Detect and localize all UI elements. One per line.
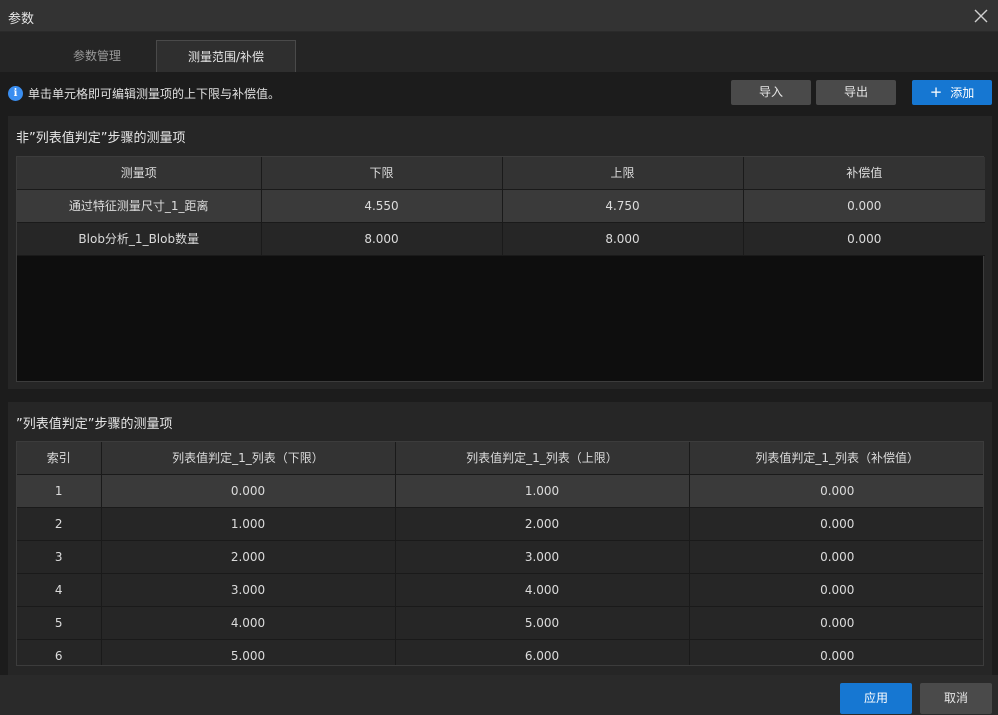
table-cell[interactable]: 0.000: [689, 606, 983, 640]
table-cell[interactable]: 6.000: [395, 639, 690, 665]
table-cell[interactable]: Blob分析_1_Blob数量: [17, 222, 262, 256]
table-cell[interactable]: 4.000: [101, 606, 396, 640]
table-cell[interactable]: 4.000: [395, 573, 690, 607]
table-cell[interactable]: 5.000: [395, 606, 690, 640]
table-row[interactable]: 6 5.000 6.000 0.000: [17, 639, 983, 665]
table-row[interactable]: 5 4.000 5.000 0.000: [17, 606, 983, 640]
table-cell[interactable]: 0.000: [689, 639, 983, 665]
section-list-items: ”列表值判定”步骤的测量项 索引 列表值判定_1_列表（下限） 列表值判定_1_…: [8, 402, 992, 677]
measurement-table: 测量项 下限 上限 补偿值 通过特征测量尺寸_1_距离 4.550 4.750 …: [16, 156, 985, 382]
main-content: i 单击单元格即可编辑测量项的上下限与补偿值。 导入 导出 + 添加 非”列表值判…: [0, 72, 998, 677]
table-cell[interactable]: 6: [17, 639, 102, 665]
table-row[interactable]: Blob分析_1_Blob数量 8.000 8.000 0.000: [17, 222, 985, 256]
table-cell[interactable]: 5.000: [101, 639, 396, 665]
table-cell[interactable]: 3.000: [395, 540, 690, 574]
column-header: 列表值判定_1_列表（下限）: [101, 442, 396, 475]
column-header: 下限: [261, 157, 503, 190]
tab-bar: 参数管理 测量范围/补偿: [0, 32, 998, 72]
table-cell[interactable]: 通过特征测量尺寸_1_距离: [17, 189, 262, 223]
plus-icon: +: [929, 83, 943, 101]
column-header: 列表值判定_1_列表（补偿值）: [689, 442, 983, 475]
table-cell[interactable]: 2.000: [395, 507, 690, 541]
add-button-label: 添加: [950, 86, 975, 100]
table-row[interactable]: 通过特征测量尺寸_1_距离 4.550 4.750 0.000: [17, 189, 985, 223]
table-cell[interactable]: 4.750: [502, 189, 744, 223]
table-row[interactable]: 2 1.000 2.000 0.000: [17, 507, 983, 541]
section-non-list-items: 非”列表值判定”步骤的测量项 测量项 下限 上限 补偿值 通过特征测量尺寸_1_…: [8, 116, 992, 389]
table-cell[interactable]: 2.000: [101, 540, 396, 574]
tab-measurement-range[interactable]: 测量范围/补偿: [156, 40, 296, 72]
section2-title: ”列表值判定”步骤的测量项: [16, 417, 173, 432]
column-header: 索引: [17, 442, 102, 475]
table-cell[interactable]: 1.000: [395, 474, 690, 508]
table-cell[interactable]: 0.000: [689, 507, 983, 541]
title-bar: 参数: [0, 0, 998, 32]
table-cell[interactable]: 8.000: [502, 222, 744, 256]
table-cell[interactable]: 3.000: [101, 573, 396, 607]
column-header: 补偿值: [743, 157, 985, 190]
table-cell[interactable]: 3: [17, 540, 102, 574]
table-cell[interactable]: 0.000: [689, 540, 983, 574]
add-button[interactable]: + 添加: [912, 80, 992, 105]
table-cell[interactable]: 0.000: [689, 474, 983, 508]
dialog-footer: 应用 取消: [0, 675, 998, 715]
table-cell[interactable]: 0.000: [101, 474, 396, 508]
table-header-row: 索引 列表值判定_1_列表（下限） 列表值判定_1_列表（上限） 列表值判定_1…: [17, 442, 983, 475]
cancel-button[interactable]: 取消: [920, 683, 992, 714]
table-cell[interactable]: 4: [17, 573, 102, 607]
table-row[interactable]: 4 3.000 4.000 0.000: [17, 573, 983, 607]
section1-title: 非”列表值判定”步骤的测量项: [16, 131, 186, 146]
table-cell[interactable]: 1.000: [101, 507, 396, 541]
table-cell[interactable]: 0.000: [743, 189, 985, 223]
table-cell[interactable]: 0.000: [689, 573, 983, 607]
table-cell[interactable]: 4.550: [261, 189, 503, 223]
table-row[interactable]: 1 0.000 1.000 0.000: [17, 474, 983, 508]
import-button[interactable]: 导入: [731, 80, 811, 105]
export-button[interactable]: 导出: [816, 80, 896, 105]
table-cell[interactable]: 2: [17, 507, 102, 541]
column-header: 列表值判定_1_列表（上限）: [395, 442, 690, 475]
column-header: 测量项: [17, 157, 262, 190]
apply-button[interactable]: 应用: [840, 683, 912, 714]
table-cell[interactable]: 1: [17, 474, 102, 508]
table-header-row: 测量项 下限 上限 补偿值: [17, 157, 985, 190]
list-table: 索引 列表值判定_1_列表（下限） 列表值判定_1_列表（上限） 列表值判定_1…: [16, 441, 984, 666]
table-cell[interactable]: 0.000: [743, 222, 985, 256]
info-text: 单击单元格即可编辑测量项的上下限与补偿值。: [28, 86, 281, 101]
column-header: 上限: [502, 157, 744, 190]
tab-parameter-management[interactable]: 参数管理: [27, 40, 167, 72]
close-icon[interactable]: [970, 5, 992, 27]
info-icon: i: [8, 85, 23, 101]
window-title: 参数: [8, 12, 35, 27]
table-row[interactable]: 3 2.000 3.000 0.000: [17, 540, 983, 574]
table-cell[interactable]: 5: [17, 606, 102, 640]
table-cell[interactable]: 8.000: [261, 222, 503, 256]
info-hint: i 单击单元格即可编辑测量项的上下限与补偿值。: [8, 84, 280, 102]
